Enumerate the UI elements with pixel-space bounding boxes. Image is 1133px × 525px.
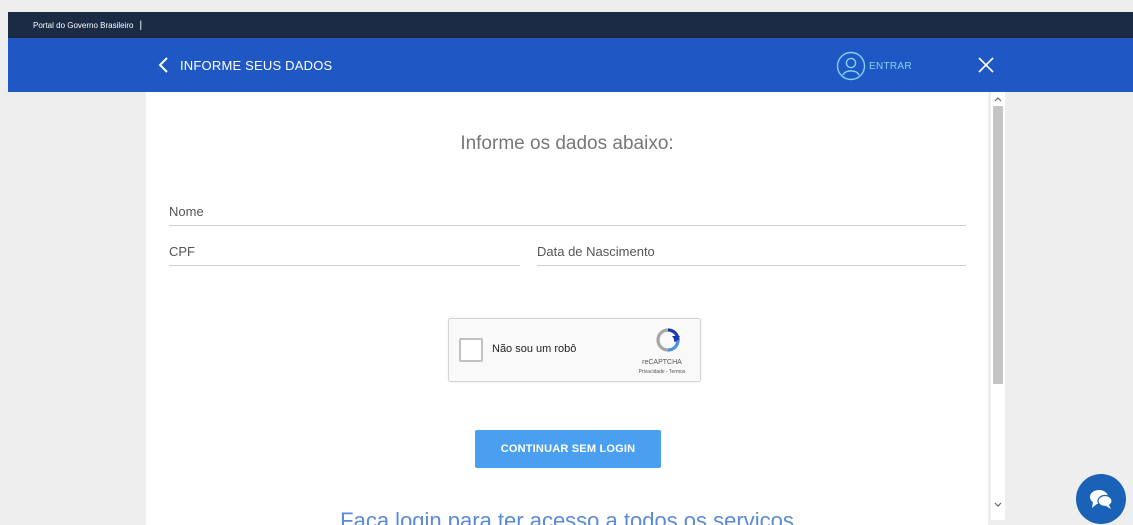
login-teaser-text: Faça login para ter acesso a todos os se…: [340, 508, 794, 525]
close-button[interactable]: [976, 55, 996, 75]
chevron-left-icon: [158, 57, 168, 73]
government-bar: Portal do Governo Brasileiro |: [8, 12, 1133, 38]
recaptcha-checkbox-label: Não sou um robô: [492, 343, 577, 355]
chevron-down-icon[interactable]: [993, 500, 1003, 510]
cpf-field-label: CPF: [169, 244, 195, 259]
page-title: INFORME SEUS DADOS: [180, 58, 333, 73]
user-circle-icon: [836, 51, 866, 81]
continue-without-login-button[interactable]: CONTINUAR SEM LOGIN: [475, 430, 661, 468]
recaptcha-links[interactable]: Privacidade - Termos: [619, 369, 705, 375]
recaptcha-checkbox[interactable]: [459, 338, 483, 362]
scrollbar-thumb[interactable]: [993, 106, 1003, 384]
gov-bar-separator: |: [139, 19, 143, 31]
recaptcha-brand: reCAPTCHA: [642, 359, 682, 366]
page-header: INFORME SEUS DADOS ENTRAR: [8, 38, 1133, 92]
close-icon: [978, 57, 994, 73]
birthdate-field[interactable]: Data de Nascimento: [537, 240, 966, 266]
recaptcha-widget: Não sou um robô reCAPTCHA Privacidade - …: [448, 318, 701, 382]
portal-link[interactable]: Portal do Governo Brasileiro: [33, 21, 134, 30]
chat-button[interactable]: [1076, 474, 1126, 524]
name-field[interactable]: Nome: [169, 200, 966, 226]
birthdate-field-label: Data de Nascimento: [537, 244, 655, 259]
login-label: ENTRAR: [869, 60, 912, 72]
chat-bubbles-icon: [1090, 490, 1113, 509]
form-heading: Informe os dados abaixo:: [460, 133, 674, 154]
back-button[interactable]: [154, 55, 174, 75]
scrollbar[interactable]: [991, 92, 1005, 520]
chevron-up-icon[interactable]: [993, 94, 1003, 104]
form-panel: Informe os dados abaixo: Nome CPF Data d…: [146, 92, 988, 525]
login-button[interactable]: ENTRAR: [836, 51, 912, 81]
recaptcha-logo-icon: [656, 328, 680, 352]
cpf-field[interactable]: CPF: [169, 240, 520, 266]
name-field-label: Nome: [169, 204, 204, 219]
